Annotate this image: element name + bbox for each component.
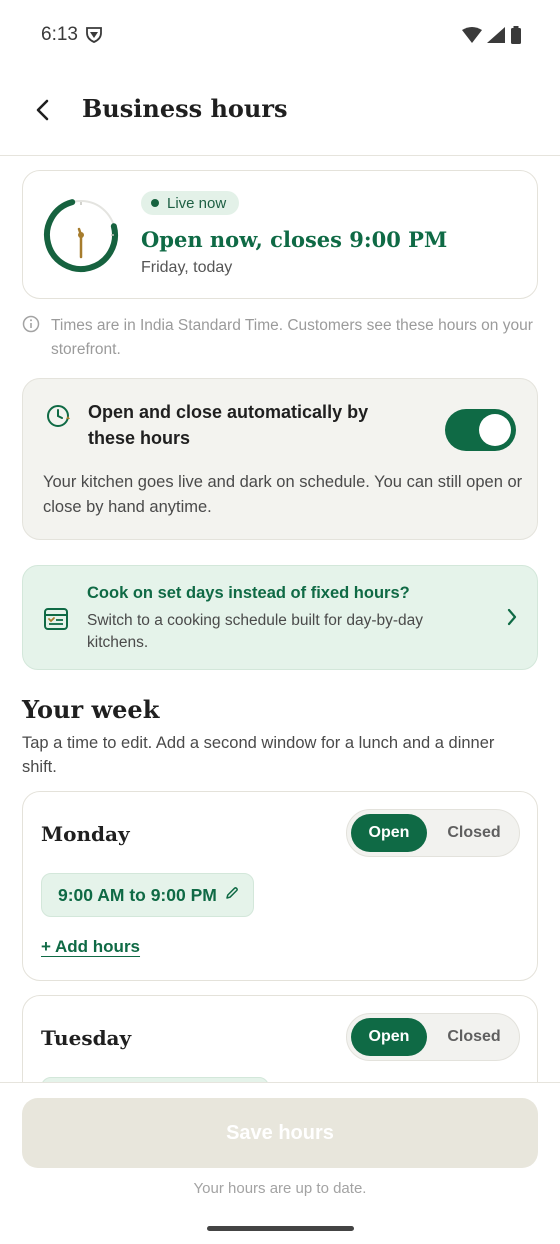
app-bar: Business hours xyxy=(0,72,560,156)
day-name: Monday xyxy=(41,822,130,846)
cooking-schedule-promo[interactable]: Cook on set days instead of fixed hours?… xyxy=(22,565,538,670)
open-option[interactable]: Open xyxy=(351,1018,427,1056)
status-bar: 6:13 xyxy=(0,0,560,72)
live-dot xyxy=(151,199,159,207)
battery-icon xyxy=(510,26,522,49)
timezone-text: Times are in India Standard Time. Custom… xyxy=(51,317,533,358)
status-date: Friday, today xyxy=(141,259,233,276)
home-indicator[interactable] xyxy=(207,1226,354,1231)
week-title: Your week xyxy=(22,695,160,724)
add-hours-link[interactable]: + Add hours xyxy=(41,937,140,957)
clock-icon xyxy=(43,197,119,278)
page-title: Business hours xyxy=(82,94,288,123)
time-window-chip[interactable]: 9:00 AM to 9:00 PM xyxy=(41,873,254,917)
wifi-icon xyxy=(462,27,482,48)
open-closed-toggle: Open Closed xyxy=(346,809,520,857)
bottom-bar: Save hours Your hours are up to date. xyxy=(0,1082,560,1244)
status-icons xyxy=(462,26,522,49)
shield-icon xyxy=(85,26,103,49)
toggle-knob xyxy=(479,414,511,446)
promo-title: Cook on set days instead of fixed hours? xyxy=(87,584,410,602)
open-closed-toggle: Open Closed xyxy=(346,1013,520,1061)
save-hours-button[interactable]: Save hours xyxy=(22,1098,538,1168)
back-button[interactable] xyxy=(22,92,62,132)
live-status-card: Live now Open now, closes 9:00 PM Friday… xyxy=(22,170,538,299)
schedule-list-icon xyxy=(44,608,68,635)
signal-icon xyxy=(487,27,505,48)
pencil-icon xyxy=(225,886,239,905)
open-status: Open now, closes 9:00 PM xyxy=(141,227,448,252)
closed-option[interactable]: Closed xyxy=(431,814,517,852)
status-time: 6:13 xyxy=(41,24,78,45)
save-status-note: Your hours are up to date. xyxy=(193,1180,367,1197)
live-badge: Live now xyxy=(141,191,240,215)
promo-description: Switch to a cooking schedule built for d… xyxy=(87,612,424,651)
auto-schedule-description: Your kitchen goes live and dark on sched… xyxy=(43,473,523,516)
closed-option[interactable]: Closed xyxy=(431,1018,517,1056)
day-card-monday: Monday Open Closed 9:00 AM to 9:00 PM + … xyxy=(22,791,538,981)
auto-schedule-title: Open and close automatically by these ho… xyxy=(88,402,369,448)
day-name: Tuesday xyxy=(41,1026,132,1050)
time-window-text: 9:00 AM to 9:00 PM xyxy=(58,884,217,905)
info-icon xyxy=(22,315,40,338)
clock-schedule-icon xyxy=(45,403,71,434)
chevron-right-icon xyxy=(507,608,517,631)
week-subtitle: Tap a time to edit. Add a second window … xyxy=(22,734,495,776)
auto-schedule-card: Open and close automatically by these ho… xyxy=(22,378,538,540)
auto-schedule-toggle[interactable] xyxy=(445,409,516,451)
open-option[interactable]: Open xyxy=(351,814,427,852)
live-badge-label: Live now xyxy=(167,194,227,212)
back-arrow-icon xyxy=(35,99,49,126)
